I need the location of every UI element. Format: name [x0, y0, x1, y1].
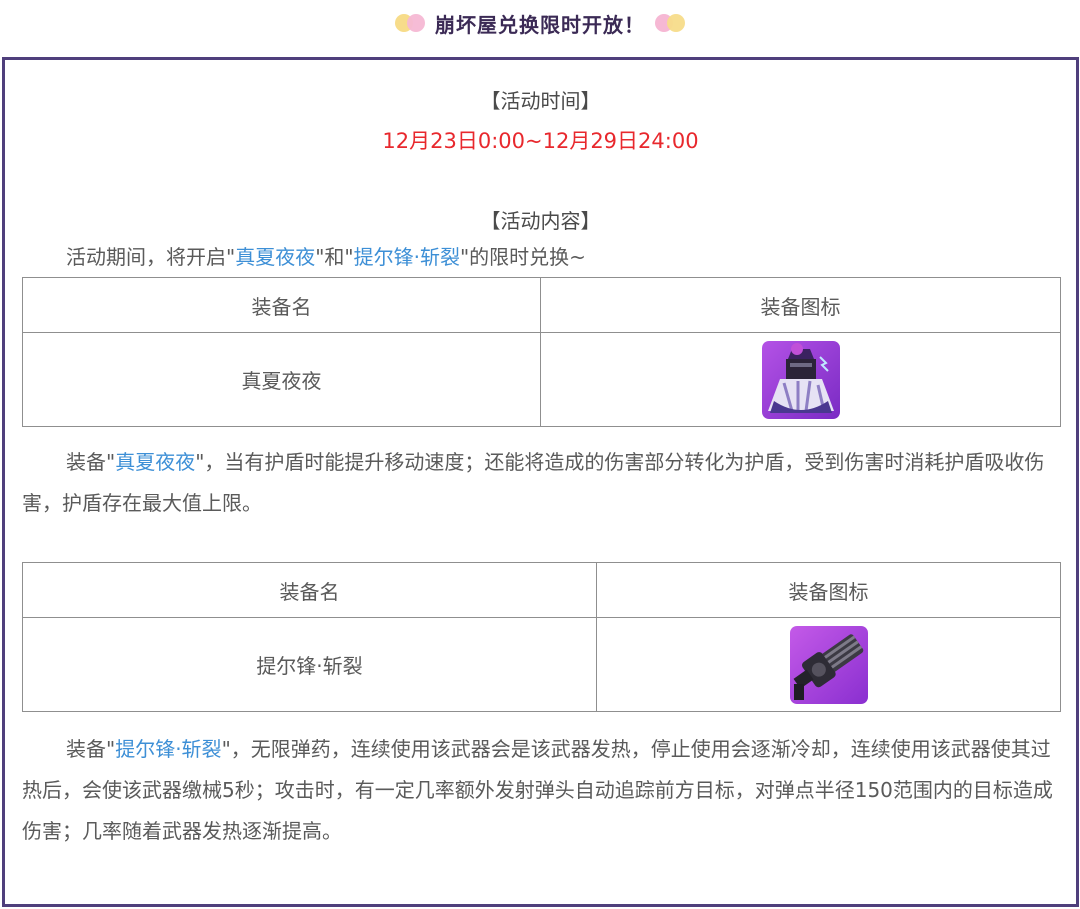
dress-armor-icon [761, 340, 840, 419]
table-header-name: 装备名 [22, 562, 597, 618]
intro-prefix: 活动期间，将开启" [66, 245, 236, 269]
equipment-table-2: 装备名 装备图标 提尔锋·斩裂 [22, 562, 1061, 712]
table-header-name: 装备名 [22, 277, 541, 333]
equipment-icon-cell [540, 332, 1061, 427]
intro-paragraph: 活动期间，将开启"真夏夜夜"和"提尔锋·斩裂"的限时兑换~ [22, 237, 1060, 278]
equipment-table-1: 装备名 装备图标 真夏夜夜 [22, 277, 1061, 427]
content-frame: 【活动时间】 12月23日0:00~12月29日24:00 【活动内容】 活动期… [2, 57, 1079, 907]
intro-suffix: "的限时兑换~ [459, 245, 586, 269]
intro-link-zhenxiayeye[interactable]: 真夏夜夜 [235, 245, 315, 269]
description-paragraph-2: 装备"提尔锋·斩裂"，无限弹药，连续使用该武器会是该武器发热，停止使用会逐渐冷却… [22, 729, 1060, 852]
desc1-link-zhenxiayeye[interactable]: 真夏夜夜 [115, 450, 195, 474]
equipment-icon-cell [596, 617, 1061, 712]
decor-dots-icon [393, 10, 427, 36]
desc2-link-tierfeng[interactable]: 提尔锋·斩裂 [115, 737, 221, 761]
equipment-name: 真夏夜夜 [22, 332, 541, 427]
intro-middle: "和" [315, 245, 354, 269]
intro-link-tierfeng[interactable]: 提尔锋·斩裂 [354, 245, 460, 269]
table-header-icon: 装备图标 [596, 562, 1061, 618]
table-header-icon: 装备图标 [540, 277, 1061, 333]
event-time-range: 12月23日0:00~12月29日24:00 [382, 129, 699, 153]
equipment-name: 提尔锋·斩裂 [22, 617, 597, 712]
event-time-title: 【活动时间】 [480, 89, 601, 113]
event-content-title: 【活动内容】 [480, 209, 601, 233]
desc2-prefix: 装备" [66, 737, 116, 761]
desc1-prefix: 装备" [66, 450, 116, 474]
page-title: 崩坏屋兑换限时开放！ [435, 12, 645, 37]
page-header: 崩坏屋兑换限时开放！ [0, 0, 1080, 46]
description-paragraph-1: 装备"真夏夜夜"，当有护盾时能提升移动速度；还能将造成的伤害部分转化为护盾，受到… [22, 442, 1060, 524]
decor-dots-icon [653, 10, 687, 36]
gatling-gun-icon [789, 625, 868, 704]
